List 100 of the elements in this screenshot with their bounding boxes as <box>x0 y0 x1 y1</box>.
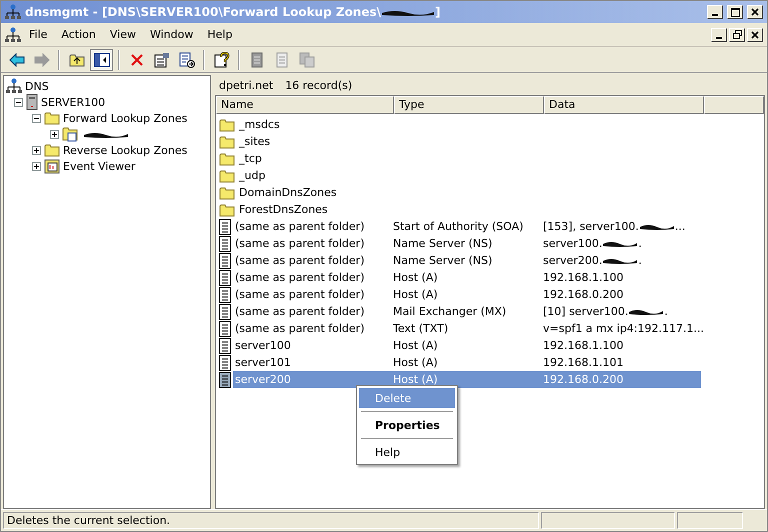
folder-icon <box>219 168 235 182</box>
network-icon <box>6 78 22 94</box>
list-row[interactable]: (same as parent folder) Name Server (NS) server100. . <box>233 235 701 252</box>
export-list-icon <box>178 52 194 68</box>
menu-item[interactable]: File <box>23 26 54 43</box>
record-icon <box>219 236 231 252</box>
list-row[interactable]: (same as parent folder) Mail Exchanger (MX) [10] server100. . <box>233 303 701 320</box>
list-row[interactable]: server101 Host (A) 192.168.1.101 <box>233 354 701 371</box>
record-data: 192.168.1.100 <box>543 271 624 284</box>
record-icon <box>219 320 231 336</box>
server-icon <box>26 94 38 110</box>
close-button[interactable] <box>747 5 763 19</box>
record-name: server100 <box>235 339 291 352</box>
delete-icon <box>130 52 144 66</box>
status-text: Deletes the current selection. <box>3 512 539 529</box>
list-row[interactable]: server100 Host (A) 192.168.1.100 <box>233 337 701 354</box>
record-name: _tcp <box>239 152 262 165</box>
tree-item[interactable]: DNS <box>25 80 49 92</box>
expand-toggle[interactable] <box>50 130 59 138</box>
folder-icon <box>219 202 235 216</box>
zone-folder-icon <box>62 126 80 142</box>
up-folder-icon <box>68 52 84 66</box>
column-header[interactable]: Data <box>544 96 704 114</box>
minimize-button[interactable] <box>707 5 723 19</box>
minimize-icon <box>712 14 718 16</box>
menu-item[interactable]: Help <box>201 26 238 43</box>
record-icon <box>219 354 231 370</box>
record-data: 192.168.0.200 <box>543 373 624 386</box>
back-arrow-icon <box>8 52 24 66</box>
record-count: 16 record(s) <box>285 78 352 92</box>
expand-toggle[interactable] <box>32 146 41 154</box>
list-row[interactable]: _msdcs <box>237 116 705 133</box>
record-type: Text (TXT) <box>393 322 448 335</box>
list-row[interactable]: (same as parent folder) Host (A) 192.168.1.100 <box>233 269 701 286</box>
menu-item[interactable]: Action <box>55 26 102 43</box>
folder-icon <box>219 152 235 166</box>
menu-item[interactable]: View <box>104 26 142 43</box>
collapse-toggle[interactable] <box>32 114 41 122</box>
record-type: Host (A) <box>393 288 438 301</box>
folder-icon <box>219 134 235 148</box>
record-name: server101 <box>235 356 291 369</box>
list-row[interactable]: _udp <box>237 167 705 184</box>
toolbar-button[interactable] <box>90 48 113 70</box>
expand-toggle[interactable] <box>32 162 41 170</box>
tree-item[interactable]: Forward Lookup Zones <box>63 112 188 124</box>
menu-item[interactable]: Properties <box>359 415 455 435</box>
folder-icon <box>219 186 235 200</box>
record-name: (same as parent folder) <box>235 237 364 250</box>
record-type: Start of Authority (SOA) <box>393 220 524 233</box>
record-name: _sites <box>239 135 270 148</box>
list-row[interactable]: _sites <box>237 133 705 150</box>
document-icon <box>250 52 262 68</box>
menu-item[interactable]: Window <box>144 26 200 43</box>
list-row[interactable]: (same as parent folder) Host (A) 192.168.0.200 <box>233 286 701 303</box>
record-name: _msdcs <box>239 118 280 131</box>
maximize-button[interactable] <box>727 5 743 19</box>
collapse-toggle[interactable] <box>14 98 23 106</box>
record-name: server200 <box>235 373 291 386</box>
folder-icon <box>44 111 60 125</box>
tree-item[interactable]: SERVER100 <box>41 96 106 108</box>
zone-name: dpetri.net <box>219 78 274 92</box>
record-type: Host (A) <box>393 356 438 369</box>
record-name: (same as parent folder) <box>235 271 364 284</box>
window-title: dnsmgmt - [DNS\SERVER100\Forward Lookup Zones\ <box>25 5 382 19</box>
record-icon <box>219 218 231 234</box>
record-data-end: . <box>638 237 642 250</box>
record-icon <box>219 270 231 286</box>
menu-item[interactable]: Help <box>359 442 455 462</box>
record-name: ForestDnsZones <box>239 203 328 216</box>
list-row[interactable]: (same as parent folder) Name Server (NS) server200. . <box>233 252 701 269</box>
network-icon <box>5 4 21 20</box>
record-type: Mail Exchanger (MX) <box>393 305 506 318</box>
window-title-end: ] <box>435 5 440 19</box>
record-name: DomainDnsZones <box>239 186 337 199</box>
record-icon <box>219 338 231 354</box>
tree-item[interactable]: Reverse Lookup Zones <box>63 144 188 156</box>
record-data: 192.168.1.101 <box>543 356 624 369</box>
list-row[interactable]: _tcp <box>237 150 705 167</box>
record-data: server200. <box>543 254 602 267</box>
notepad-icon <box>276 52 288 68</box>
status-panel <box>677 512 743 529</box>
child-minimize-button[interactable] <box>711 28 727 42</box>
column-header[interactable]: Name <box>216 96 394 114</box>
list-row[interactable]: (same as parent folder) Start of Authority (SOA) [153], server100. ... <box>233 218 701 235</box>
child-close-button[interactable] <box>747 28 763 42</box>
help-icon <box>214 52 230 68</box>
network-icon <box>5 26 21 42</box>
column-header[interactable]: Type <box>394 96 544 114</box>
tree-item[interactable]: Event Viewer <box>63 160 136 172</box>
record-name: (same as parent folder) <box>235 288 364 301</box>
folder-icon <box>219 118 235 132</box>
record-type: Name Server (NS) <box>393 237 492 250</box>
record-data: v=spf1 a mx ip4:192.117.1... <box>543 322 704 335</box>
list-row[interactable]: ForestDnsZones <box>237 201 705 218</box>
list-row[interactable]: DomainDnsZones <box>237 184 705 201</box>
record-data-end: . <box>664 305 668 318</box>
record-data: server100. <box>543 237 602 250</box>
record-data: 192.168.1.100 <box>543 339 624 352</box>
child-restore-button[interactable] <box>729 28 745 42</box>
list-row[interactable]: (same as parent folder) Text (TXT) v=spf1 a mx ip4:192.117.1... <box>233 320 701 337</box>
